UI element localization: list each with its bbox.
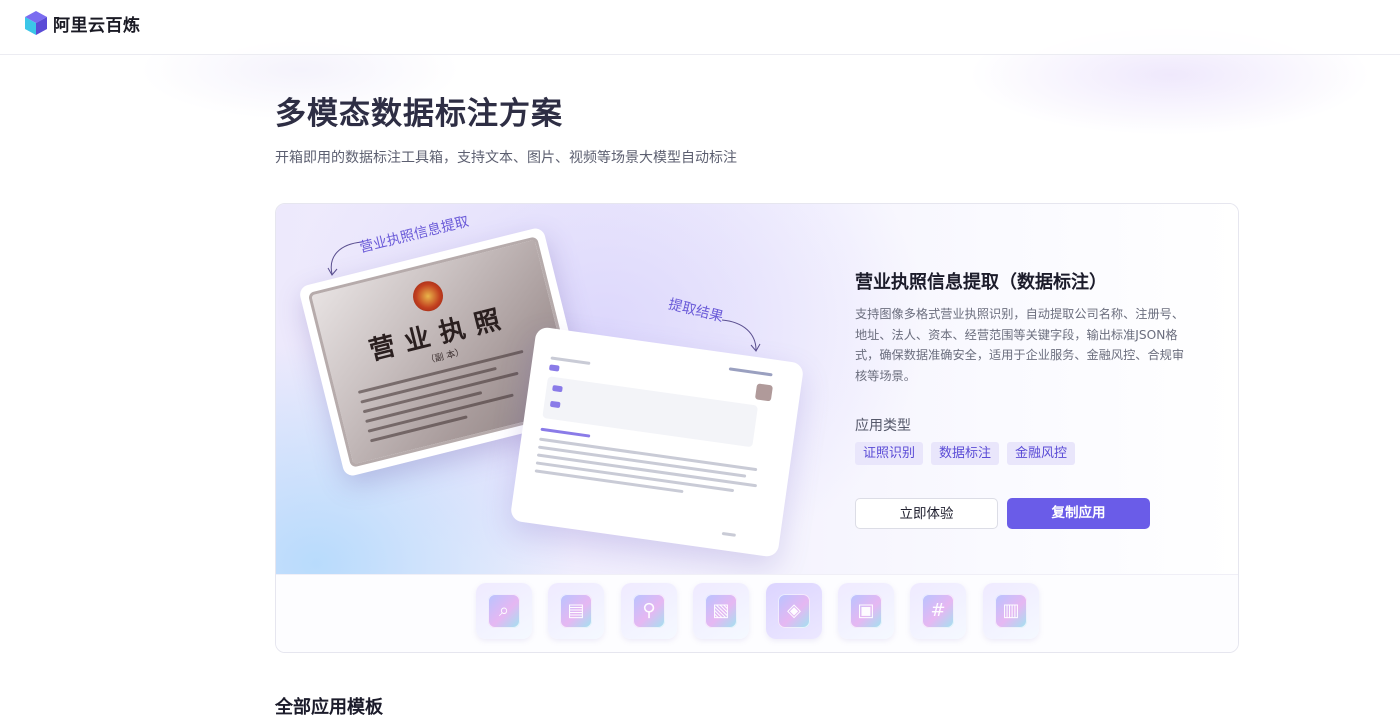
featured-app-card: 营业执照信息提取 提取结果 营业执照 （副 本） 营业执照信息提取（数据标注） … [275, 203, 1239, 653]
thumbnail-8[interactable]: ▥ [983, 583, 1039, 639]
magnifier-icon: ⚲ [633, 594, 665, 628]
hashtag-icon: # [922, 594, 954, 628]
page-subtitle: 开箱即用的数据标注工具箱，支持文本、图片、视频等场景大模型自动标注 [275, 150, 737, 166]
bailian-logo-icon[interactable] [24, 10, 48, 36]
page-title: 多模态数据标注方案 [275, 96, 563, 132]
document-scan-icon: ▤ [560, 594, 592, 628]
document-search-icon: ⌕ [488, 594, 520, 628]
top-navigation-bar: 阿里云百炼 [0, 0, 1400, 55]
thumbnail-2[interactable]: ▤ [548, 583, 604, 639]
card-icon: ▣ [850, 594, 882, 628]
featured-info: 营业执照信息提取（数据标注） 支持图像多格式营业执照识别，自动提取公司名称、注册… [855, 268, 1185, 386]
app-type-label: 应用类型 [855, 418, 911, 434]
all-templates-title: 全部应用模板 [275, 697, 383, 718]
thumbnail-1[interactable]: ⌕ [476, 583, 532, 639]
app-type-tags: 证照识别 数据标注 金融风控 [855, 442, 1076, 465]
template-thumbnail-strip [276, 574, 1238, 652]
result-panel [542, 376, 759, 448]
thumbnail-3[interactable]: ⚲ [621, 583, 677, 639]
copy-app-button[interactable]: 复制应用 [1007, 498, 1150, 529]
image-icon: ▧ [705, 594, 737, 628]
extraction-result-card [509, 326, 805, 558]
try-now-button[interactable]: 立即体验 [855, 498, 998, 529]
tag-financial-risk-control: 金融风控 [1007, 442, 1076, 465]
app-description: 支持图像多格式营业执照识别，自动提取公司名称、注册号、地址、法人、资本、经营范围… [855, 307, 1185, 383]
tag-license-recognition: 证照识别 [855, 442, 924, 465]
tag-data-labeling: 数据标注 [931, 442, 1000, 465]
thumbnail-7[interactable]: # [910, 583, 966, 639]
layers-icon: ◈ [778, 594, 810, 628]
national-emblem-icon [409, 278, 447, 315]
featured-illustration: 营业执照信息提取 提取结果 营业执照 （副 本） [276, 204, 836, 574]
thumbnail-5-selected[interactable]: ◈ [766, 583, 822, 639]
brand-name[interactable]: 阿里云百炼 [53, 11, 141, 36]
thumbnail-6[interactable]: ▣ [838, 583, 894, 639]
film-icon: ▥ [995, 594, 1027, 628]
app-title: 营业执照信息提取（数据标注） [855, 272, 1107, 293]
result-thumbnail [754, 383, 773, 402]
thumbnail-4[interactable]: ▧ [693, 583, 749, 639]
